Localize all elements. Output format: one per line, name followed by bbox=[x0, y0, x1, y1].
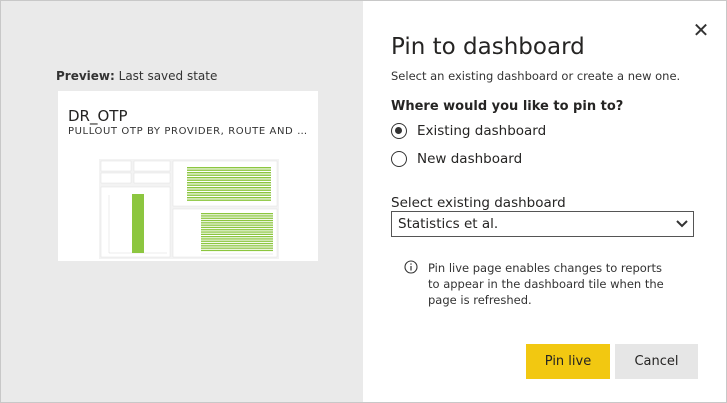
preview-card: DR_OTP PULLOUT OTP BY PROVIDER, ROUTE AN… bbox=[58, 91, 318, 261]
close-button[interactable]: ✕ bbox=[691, 19, 711, 41]
preview-label: Preview: Last saved state bbox=[56, 69, 217, 83]
report-thumbnail bbox=[99, 159, 279, 259]
dashboard-select[interactable]: Statistics et al. bbox=[391, 211, 694, 237]
pin-live-button[interactable]: Pin live bbox=[526, 344, 610, 379]
cancel-button[interactable]: Cancel bbox=[615, 344, 698, 379]
radio-checked-icon bbox=[391, 123, 407, 139]
dashboard-select-label: Select existing dashboard bbox=[391, 195, 566, 211]
radio-new-dashboard[interactable]: New dashboard bbox=[391, 149, 522, 169]
dashboard-select-value: Statistics et al. bbox=[398, 216, 499, 232]
pin-live-info-text: Pin live page enables changes to reports… bbox=[428, 261, 664, 307]
dialog-subtitle: Select an existing dashboard or create a… bbox=[391, 69, 681, 83]
preview-pane: Preview: Last saved state DR_OTP PULLOUT… bbox=[1, 1, 363, 402]
preview-card-subtitle: PULLOUT OTP BY PROVIDER, ROUTE AND DIREC… bbox=[68, 126, 308, 137]
preview-label-bold: Preview: bbox=[56, 69, 115, 83]
preview-card-title: DR_OTP bbox=[68, 107, 128, 125]
info-icon bbox=[404, 260, 418, 274]
pin-location-question: Where would you like to pin to? bbox=[391, 99, 624, 114]
dialog-title: Pin to dashboard bbox=[391, 34, 585, 60]
chevron-down-icon bbox=[676, 220, 688, 228]
radio-new-dashboard-label: New dashboard bbox=[417, 151, 523, 167]
radio-unchecked-icon bbox=[391, 151, 407, 167]
radio-existing-dashboard[interactable]: Existing dashboard bbox=[391, 121, 546, 141]
report-thumbnail-graphic bbox=[100, 160, 278, 258]
pin-to-dashboard-dialog: Preview: Last saved state DR_OTP PULLOUT… bbox=[0, 0, 727, 403]
radio-existing-dashboard-label: Existing dashboard bbox=[417, 123, 547, 139]
close-icon: ✕ bbox=[692, 18, 710, 42]
preview-label-rest: Last saved state bbox=[114, 69, 218, 83]
